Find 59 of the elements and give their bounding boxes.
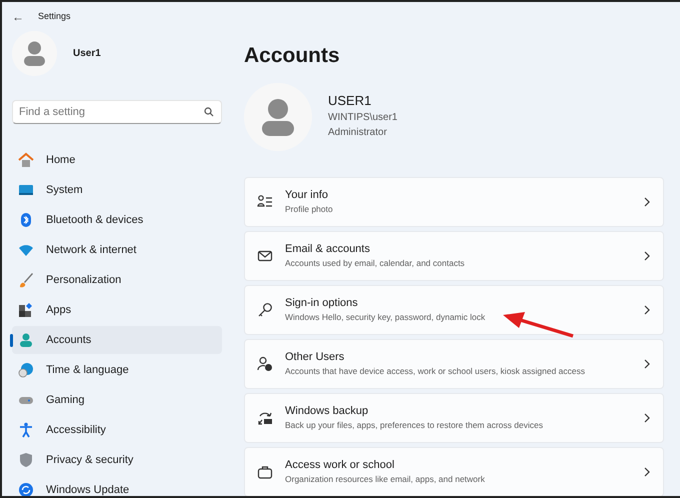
page-title: Accounts xyxy=(244,43,341,69)
card-title: Sign-in options xyxy=(285,296,359,311)
card-subtitle: Accounts that have device access, work or school users, kiosk assigned access xyxy=(285,365,586,378)
user-add-icon xyxy=(257,356,273,372)
account-name: USER1 xyxy=(328,92,372,110)
chevron-icon xyxy=(643,250,651,261)
apps-icon xyxy=(18,302,34,318)
chevron-icon xyxy=(643,412,651,423)
card-subtitle: Windows Hello, security key, password, dynamic lock xyxy=(285,311,486,324)
card-title: Windows backup xyxy=(285,404,370,419)
sidebar-item[interactable]: Accessibility xyxy=(12,416,222,444)
sidebar-item[interactable]: Network & internet xyxy=(12,236,222,264)
sidebar-item[interactable]: Gaming xyxy=(12,386,222,414)
account-login: WINTIPS\user1 xyxy=(328,111,398,126)
settings-card[interactable]: Sign-in options Windows Hello, security key, password, dynamic lock xyxy=(244,284,664,335)
card-subtitle: Organization resources like email, apps, and network xyxy=(285,473,486,486)
sidebar-item[interactable]: Personalization xyxy=(12,266,222,294)
chevron-icon xyxy=(643,358,651,369)
chevron-icon xyxy=(643,304,651,315)
sidebar-item[interactable]: Privacy & security xyxy=(12,446,222,474)
brush-icon xyxy=(18,272,34,288)
settings-card[interactable]: Windows backup Back up your files, apps, preferences to restore them across devices xyxy=(244,392,664,443)
shield-icon xyxy=(18,452,34,468)
chevron-icon xyxy=(643,466,651,477)
sidebar-item[interactable]: Home xyxy=(12,146,222,174)
sidebar-item[interactable]: Apps xyxy=(12,296,222,324)
account-role: Administrator xyxy=(328,126,388,140)
search-icon xyxy=(204,107,214,118)
settings-card[interactable]: Email & accounts Accounts used by email, calendar, and contacts xyxy=(244,230,664,281)
back-button[interactable]: ← xyxy=(12,8,24,26)
card-title: Email & accounts xyxy=(285,242,371,257)
accessibility-icon xyxy=(18,422,34,438)
window-title: Settings xyxy=(38,10,71,23)
globe-clock-icon xyxy=(18,362,34,378)
sidebar-item[interactable]: Accounts xyxy=(12,326,222,354)
sidebar-item[interactable]: System xyxy=(12,176,222,204)
settings-card[interactable]: Your info Profile photo xyxy=(244,176,664,227)
home-icon xyxy=(18,152,34,168)
user-name: User1 xyxy=(73,47,101,62)
backup-icon xyxy=(257,410,273,426)
chevron-icon xyxy=(643,196,651,207)
card-title: Access work or school xyxy=(285,458,396,473)
bluetooth-icon xyxy=(18,212,34,228)
settings-card[interactable]: Access work or school Organization resources like email, apps, and network xyxy=(244,446,664,496)
briefcase-icon xyxy=(257,464,273,480)
card-title: Your info xyxy=(285,188,330,203)
settings-card[interactable]: Other Users Accounts that have device access, work or school users, kiosk assigned access xyxy=(244,338,664,389)
sidebar-item[interactable]: Windows Update xyxy=(12,476,222,496)
card-title: Other Users xyxy=(285,350,346,365)
key-icon xyxy=(257,302,273,318)
search-field[interactable]: Find a setting xyxy=(12,100,222,124)
card-subtitle: Back up your files, apps, preferences to restore them across devices xyxy=(285,419,544,432)
sync-icon xyxy=(18,482,34,496)
sidebar-item[interactable]: Bluetooth & devices xyxy=(12,206,222,234)
sidebar-item[interactable]: Time & language xyxy=(12,356,222,384)
card-subtitle: Accounts used by email, calendar, and contacts xyxy=(285,257,466,270)
card-subtitle: Profile photo xyxy=(285,203,334,216)
person-icon xyxy=(18,332,34,348)
wifi-icon xyxy=(18,242,34,258)
